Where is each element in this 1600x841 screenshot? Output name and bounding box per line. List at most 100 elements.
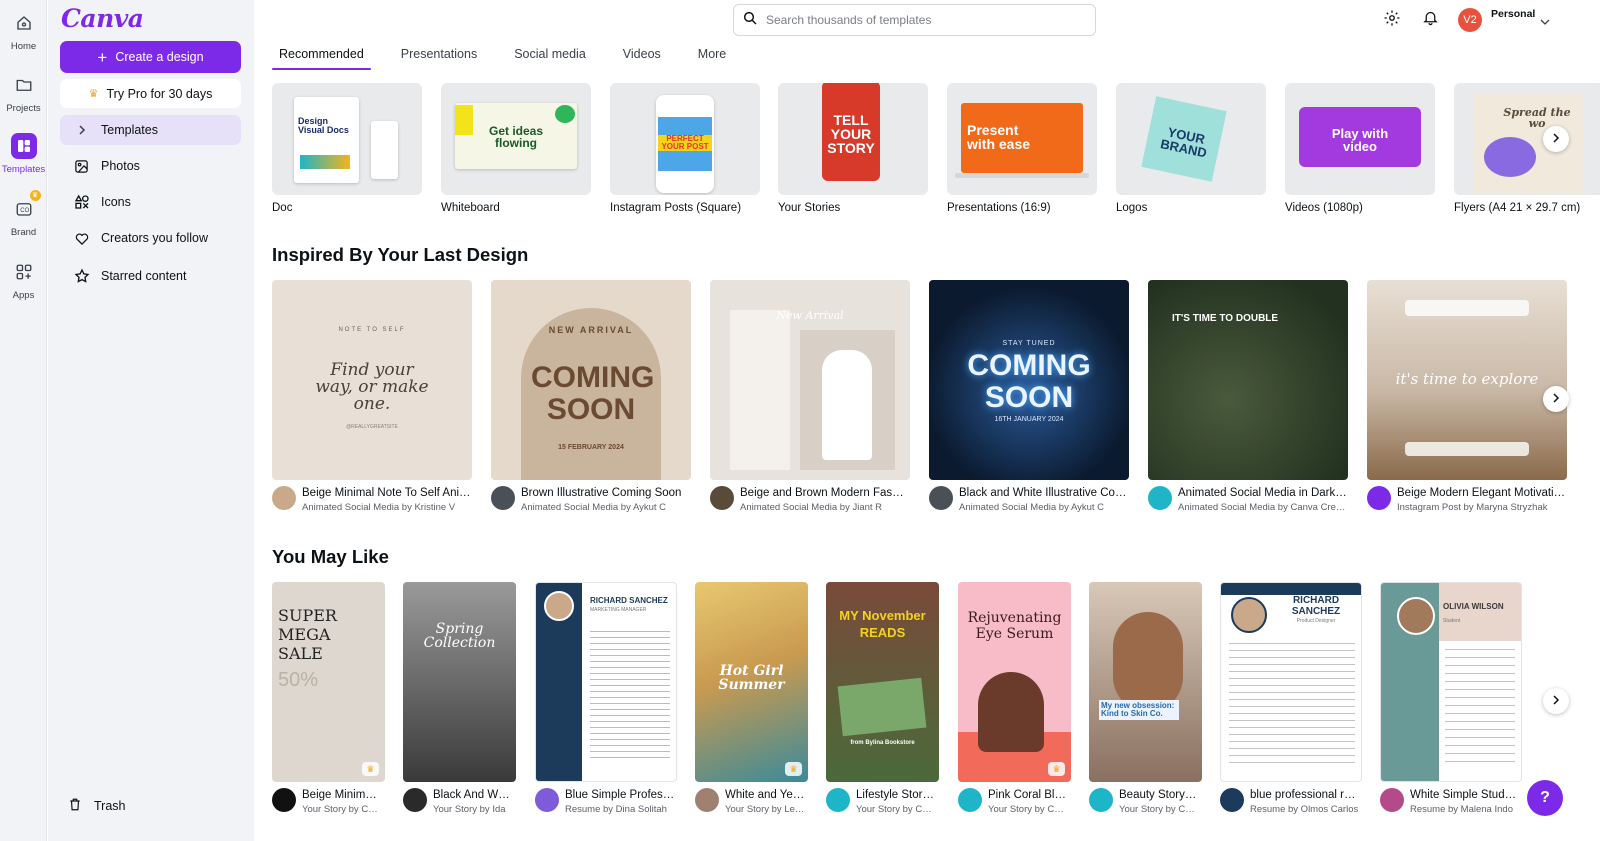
tab-more[interactable]: More [691,44,733,70]
card-meta: Animated Social Media in Dark Green Anima… [1148,486,1348,513]
category-presentations[interactable]: Present with ease Presentations (16:9) [947,83,1097,214]
category-row: Design Visual Docs Doc Get ideas flowing… [272,83,1600,218]
thumb-text: RICHARD SANCHEZ [590,596,668,605]
card-meta: Beige Minimal Note To Self Animated Soci… [272,486,472,513]
rail-apps-label: Apps [12,290,35,301]
sidebar-item-photos[interactable]: Photos [60,151,241,181]
rail-templates[interactable]: Templates [0,133,47,175]
thumb-text: Rejuvenating Eye Serum [967,610,1062,643]
template-card[interactable]: Hot Girl Summer ♛ White and Yellow Hot G… [695,582,808,815]
apps-icon [11,259,37,285]
tab-videos[interactable]: Videos [616,44,668,70]
template-card[interactable]: STAY TUNED COMING SOON 16TH JANUARY 2024… [929,280,1129,513]
trash-button[interactable]: Trash [68,797,126,815]
card-meta: Beige Minimal Sale Your Story by Contrast… [272,788,385,815]
card-meta: Lifestyle Story My November Reads Your St… [826,788,939,815]
tab-presentations[interactable]: Presentations [394,44,484,70]
avatar [272,788,296,812]
home-icon [11,10,37,36]
template-card[interactable]: Spring Collection Black And White Spring… [403,582,516,815]
template-card[interactable]: OLIVIA WILSON Student White Simple Stude… [1380,582,1522,815]
avatar[interactable]: V2 [1458,8,1482,32]
card-title: Pink Coral Blue Rejuvenating Eye Serum [988,789,1068,801]
template-card[interactable]: RICHARD SANCHEZ Product Designer blue pr… [1220,582,1362,815]
thumb-text: Find your way, or make one. [315,360,429,414]
category-whiteboard[interactable]: Get ideas flowing Whiteboard [441,83,591,214]
rail-projects[interactable]: Projects [0,72,47,114]
thumb-text: COMING SOON [531,361,655,426]
rail-home-label: Home [10,41,37,52]
scroll-right-button[interactable] [1543,688,1569,714]
svg-text:CO: CO [20,208,29,214]
card-title: Animated Social Media in Dark Green [1178,487,1348,499]
rail-brand[interactable]: CO ♛ Brand [0,190,47,238]
scroll-right-button[interactable] [1543,126,1569,152]
thumb-text: New Arrival [776,309,844,322]
rail-templates-label: Templates [1,164,46,175]
category-instagram-posts[interactable]: PERFECT YOUR POST Instagram Posts (Squar… [610,83,760,214]
category-label: Flyers (A4 21 × 29.7 cm) [1454,202,1581,214]
category-videos[interactable]: Play with video Videos (1080p) [1285,83,1435,214]
category-thumb-text: PERFECT YOUR POST [658,135,712,151]
settings-button[interactable] [1382,10,1402,30]
category-flyers[interactable]: Spread the wo Flyers (A4 21 × 29.7 cm) [1454,83,1600,214]
category-your-stories[interactable]: TELL YOUR STORY Your Stories [778,83,928,214]
avatar [1367,486,1391,510]
category-label: Logos [1116,202,1148,214]
card-title: Beige Minimal Note To Self Animated Soci… [302,487,472,499]
card-subtitle: Your Story by Canva [1119,804,1199,815]
rail-brand-label: Brand [10,227,37,238]
card-meta: Pink Coral Blue Rejuvenating Eye Serum Yo… [958,788,1071,815]
sidebar: Canva + Create a design ♛ Try Pro for 30… [48,0,254,841]
rail-projects-label: Projects [6,103,41,114]
template-card[interactable]: Rejuvenating Eye Serum ♛ Pink Coral Blue… [958,582,1071,815]
brand-icon: CO ♛ [11,190,41,222]
template-card[interactable]: it's time to explore Beige Modern Elegan… [1367,280,1567,513]
template-card[interactable]: My new obsession: Kind to Skin Co. Beaut… [1089,582,1202,815]
thumb-text: COMING SOON [967,349,1091,414]
template-card[interactable]: IT'S TIME TO DOUBLE Animated Social Medi… [1148,280,1348,513]
thumb-text: Product Designer [1296,618,1336,624]
card-title: Beige and Brown Modern Fashion [740,487,910,499]
card-title: Blue Simple Professional Resume [565,789,675,801]
template-card[interactable]: RICHARD SANCHEZ MARKETING MANAGER Blue S… [535,582,677,815]
tab-recommended[interactable]: Recommended [272,44,371,70]
chevron-right-icon[interactable] [73,125,90,135]
category-label: Doc [272,202,293,214]
sidebar-item-icons[interactable]: Icons [60,187,241,217]
category-thumbnail: Play with video [1285,83,1435,195]
category-thumbnail: Spread the wo [1454,83,1600,195]
search-input[interactable] [766,13,1086,27]
category-doc[interactable]: Design Visual Docs Doc [272,83,422,214]
card-subtitle: Instagram Post by Maryna Stryzhak [1397,502,1548,513]
category-logos[interactable]: YOUR BRAND Logos [1116,83,1266,214]
template-card[interactable]: NOTE TO SELF Find your way, or make one.… [272,280,472,513]
account-label[interactable]: Personal [1491,8,1535,20]
chevron-down-icon[interactable] [1540,14,1550,32]
scroll-right-button[interactable] [1543,386,1569,412]
notifications-button[interactable] [1420,10,1440,30]
template-thumbnail: RICHARD SANCHEZ Product Designer [1220,582,1362,782]
canva-logo[interactable]: Canva [61,4,144,33]
template-card[interactable]: New Arrival Beige and Brown Modern Fashi… [710,280,910,513]
avatar [929,486,953,510]
template-card[interactable]: NEW ARRIVAL COMING SOON 15 FEBRUARY 2024… [491,280,691,513]
tab-social-media[interactable]: Social media [507,44,593,70]
sidebar-item-creators[interactable]: Creators you follow [60,223,241,253]
sidebar-item-starred[interactable]: Starred content [60,261,241,291]
card-subtitle: Your Story by Canva [856,804,936,815]
template-card[interactable]: SUPER MEGA SALE 50% ♛ Beige Minimal Sale… [272,582,385,815]
premium-crown-icon: ♛ [1048,762,1065,776]
rail-apps[interactable]: Apps [0,259,47,301]
template-card[interactable]: MY November READS from Bylina Bookstore … [826,582,939,815]
trash-icon [68,797,82,815]
try-pro-button[interactable]: ♛ Try Pro for 30 days [60,79,241,108]
create-design-button[interactable]: + Create a design [60,41,241,73]
card-subtitle: Animated Social Media by Aykut C [521,502,667,513]
card-subtitle: Resume by Dina Solitah [565,804,667,815]
help-button[interactable]: ? [1527,780,1563,816]
sidebar-item-templates[interactable]: Templates [60,115,241,145]
rail-home[interactable]: Home [0,10,47,52]
search-bar[interactable] [733,4,1096,36]
card-subtitle: Your Story by Ida [433,804,506,815]
